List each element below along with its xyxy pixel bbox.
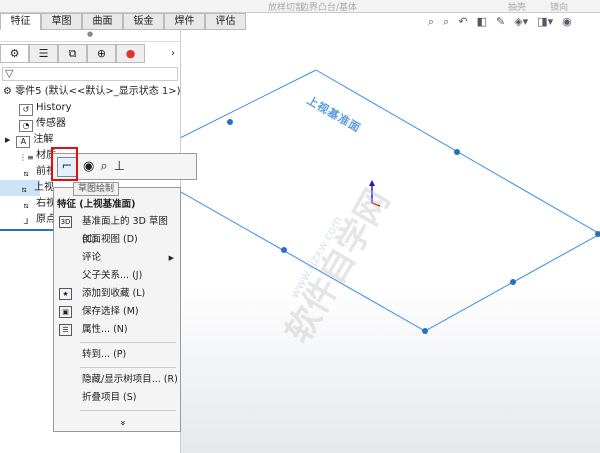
- annotation-folder-icon: A: [16, 136, 31, 148]
- panel-grip[interactable]: ●: [0, 30, 180, 42]
- dynamic-annotation-icon[interactable]: ✎: [496, 15, 505, 29]
- zoom-fit-icon[interactable]: ⌕: [428, 15, 434, 29]
- hide-show-icon[interactable]: ◉: [562, 15, 572, 29]
- tree-item-sensors[interactable]: ◔ 传感器: [0, 116, 180, 132]
- favorites-star-icon: ★: [59, 288, 72, 300]
- display-manager-tab-icon[interactable]: ●: [116, 44, 145, 63]
- zoom-to-selection-icon[interactable]: ⌕: [100, 159, 107, 174]
- view-orientation-icon[interactable]: ◈▾: [514, 15, 528, 29]
- context-menu: 特征 (上视基准面) 3D 基准面上的 3D 草图 (C) 剖面视图 (D) 评论…: [53, 187, 181, 432]
- menu-item-label: 添加到收藏 (L): [82, 288, 146, 299]
- menu-expand-more-icon[interactable]: »: [113, 413, 131, 433]
- menu-separator: [80, 410, 176, 411]
- menu-item-label: 转到... (P): [82, 349, 127, 360]
- highlight-box: [51, 147, 78, 181]
- hide-show-eye-icon[interactable]: ◉: [83, 159, 94, 174]
- tree-item-annotations[interactable]: ▶ A 注解: [0, 132, 180, 148]
- property-manager-tab-icon[interactable]: ☰: [29, 44, 58, 63]
- tree-item-label: History: [36, 102, 72, 113]
- tree-item-label: 传感器: [36, 118, 66, 129]
- previous-view-icon[interactable]: ↶: [458, 15, 467, 29]
- menu-item-add-to-favorites[interactable]: ★ 添加到收藏 (L): [54, 285, 180, 303]
- menu-item-save-selection[interactable]: ▣ 保存选择 (M): [54, 303, 180, 321]
- display-style-icon[interactable]: ◨▾: [537, 15, 553, 29]
- menu-item-label: 剖面视图 (D): [82, 234, 138, 245]
- menu-item-section-view[interactable]: 剖面视图 (D): [54, 231, 180, 249]
- menu-item-properties[interactable]: ☰ 属性... (N): [54, 321, 180, 339]
- tabs-more-chevron-icon[interactable]: ›: [145, 44, 175, 64]
- plane-handle[interactable]: [422, 328, 428, 334]
- tree-rollback-bar[interactable]: [0, 229, 60, 231]
- tree-root-part[interactable]: ⚙ 零件5 (默认<<默认>_显示状态 1>): [0, 84, 181, 100]
- submenu-arrow-icon: ▶: [168, 254, 174, 262]
- menu-item-3d-sketch-on-plane[interactable]: 3D 基准面上的 3D 草图 (C): [54, 213, 180, 245]
- menu-item-label: 属性... (N): [82, 324, 128, 335]
- expand-arrow-icon[interactable]: ▶: [5, 136, 10, 144]
- plane-handle[interactable]: [510, 279, 516, 285]
- section-view-icon[interactable]: ◧: [477, 15, 487, 29]
- menu-item-go-to[interactable]: 转到... (P): [54, 346, 180, 364]
- zoom-area-icon[interactable]: ⌕: [443, 15, 449, 29]
- part-icon: ⚙: [3, 86, 12, 97]
- menu-item-label: 评论: [82, 252, 102, 263]
- dimxpert-tab-icon[interactable]: ⊕: [87, 44, 116, 63]
- plane-handle[interactable]: [227, 119, 233, 125]
- feature-manager-tab-icon[interactable]: ⚙: [0, 44, 29, 63]
- context-menu-header: 特征 (上视基准面): [57, 199, 136, 210]
- heads-up-toolbar: ⌕ ⌕ ↶ ◧ ✎ ◈▾ ◨▾ ◉: [428, 15, 572, 29]
- normal-to-icon[interactable]: ⊥: [114, 159, 125, 174]
- menu-item-collapse-items[interactable]: 折叠项目 (S): [54, 389, 180, 407]
- menu-item-comment[interactable]: 评论 ▶: [54, 249, 180, 267]
- plane-handles: [227, 119, 600, 334]
- properties-icon: ☰: [59, 324, 72, 336]
- filter-icon: ▽: [5, 67, 14, 80]
- menu-item-label: 折叠项目 (S): [82, 392, 137, 403]
- menu-separator: [80, 342, 176, 343]
- tree-item-label: 上视: [34, 182, 54, 193]
- tooltip-sketch: 草图绘制: [73, 182, 119, 196]
- history-folder-icon: ↺: [19, 104, 33, 116]
- menu-item-parent-child[interactable]: 父子关系... (J): [54, 267, 180, 285]
- 3d-sketch-icon: 3D: [59, 216, 72, 228]
- menu-separator: [80, 367, 176, 368]
- tree-root-label: 零件5 (默认<<默认>_显示状态 1>): [15, 86, 181, 97]
- tree-filter-input[interactable]: ▽: [2, 67, 178, 81]
- configuration-manager-tab-icon[interactable]: ⧉: [58, 44, 87, 63]
- menu-item-label: 隐藏/显示树项目... (R): [82, 374, 178, 385]
- plane-handle[interactable]: [454, 149, 460, 155]
- menu-item-hide-show-tree-items[interactable]: 隐藏/显示树项目... (R): [54, 371, 180, 389]
- origin-icon: ⅃: [23, 217, 29, 226]
- tree-item-top-plane[interactable]: ⧅ 上视: [0, 180, 54, 196]
- menu-item-label: 保存选择 (M): [82, 306, 139, 317]
- menu-item-label: 父子关系... (J): [82, 270, 143, 281]
- plane-handle[interactable]: [281, 247, 287, 253]
- sensor-folder-icon: ◔: [19, 120, 33, 132]
- tree-item-label: 注解: [33, 134, 54, 145]
- save-selection-icon: ▣: [59, 306, 72, 318]
- tree-item-history[interactable]: ↺ History: [0, 100, 180, 116]
